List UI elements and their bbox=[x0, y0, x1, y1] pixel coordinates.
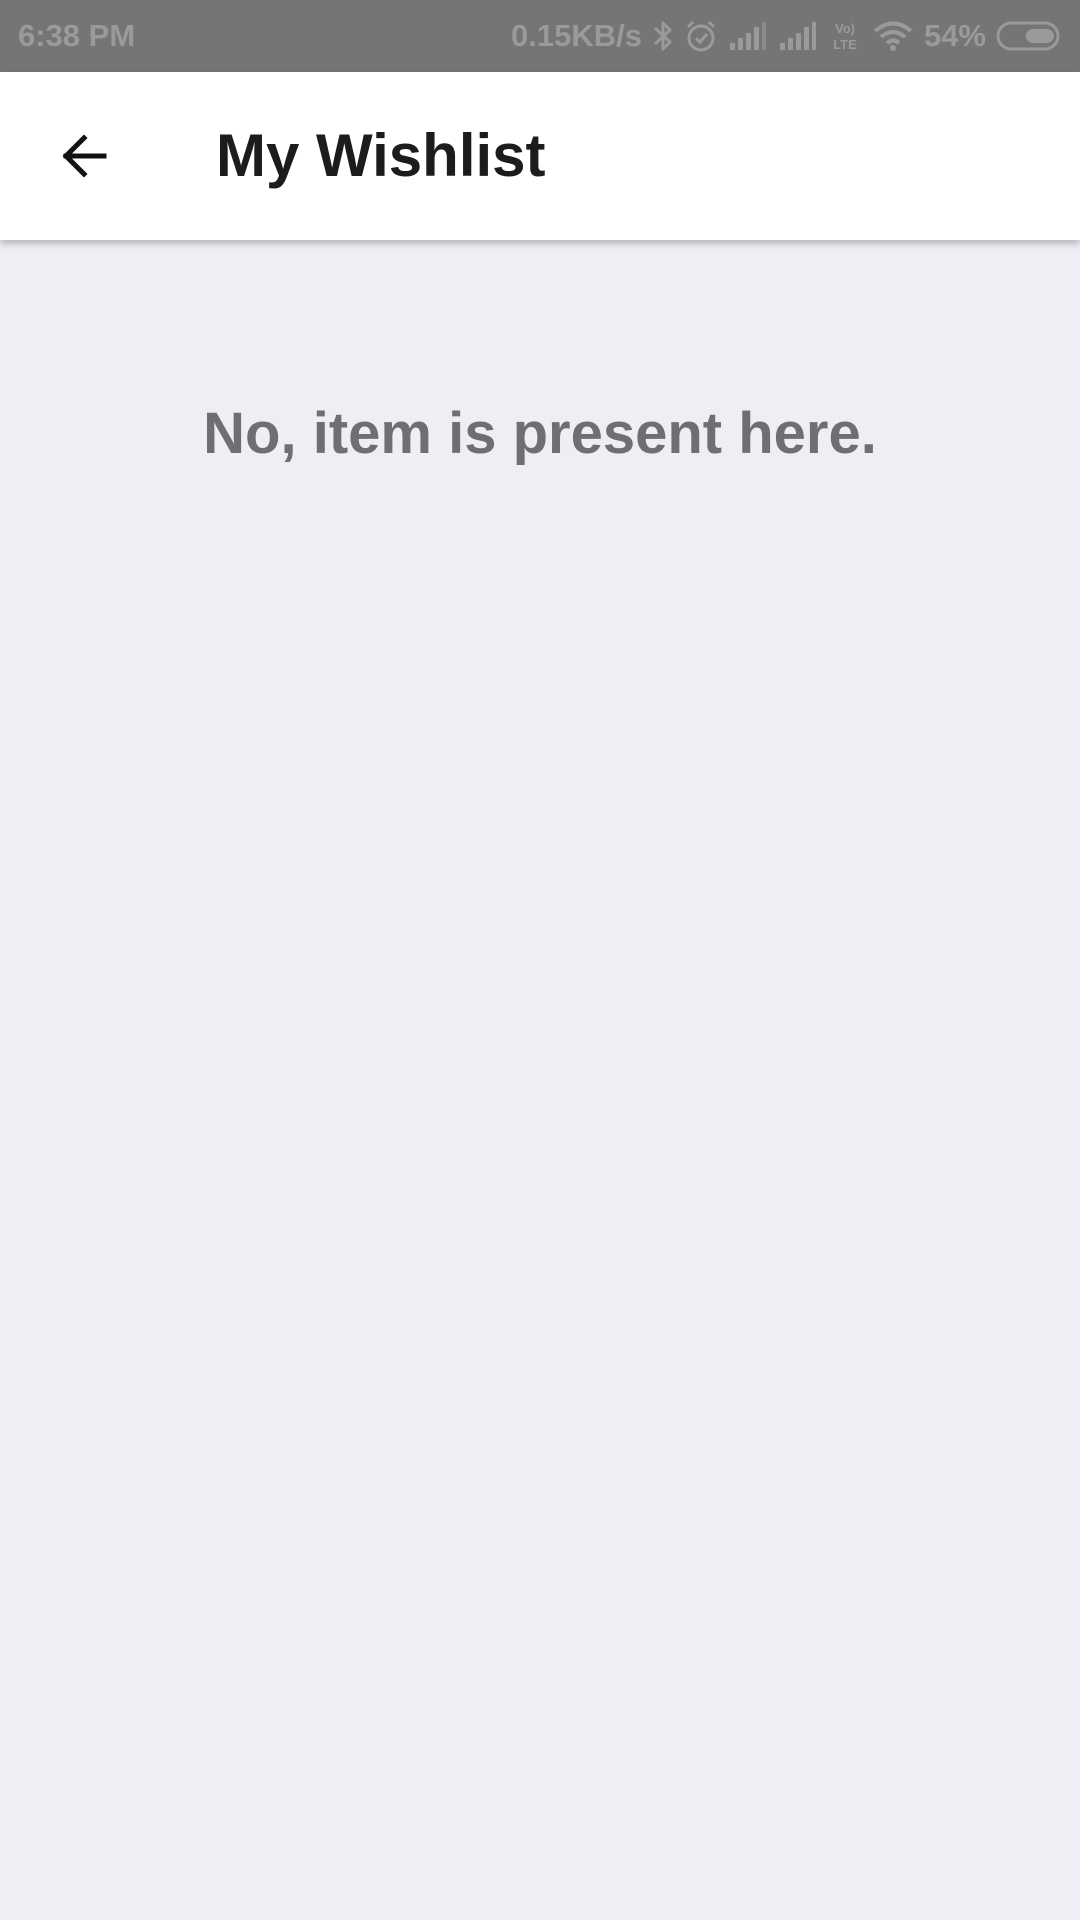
volte-label-top: Vo) bbox=[835, 21, 855, 36]
battery-level-fill bbox=[1025, 29, 1054, 43]
empty-state-message: No, item is present here. bbox=[203, 401, 877, 466]
volte-label-bottom: LTE bbox=[833, 37, 857, 52]
volte-icon: Vo) LTE bbox=[828, 19, 862, 53]
wifi-icon bbox=[872, 20, 914, 52]
signal-icon bbox=[778, 21, 818, 51]
battery-icon bbox=[996, 21, 1062, 51]
status-icons: 0.15KB/s Vo) LTE 54% bbox=[511, 18, 1062, 54]
status-time: 6:38 PM bbox=[18, 18, 136, 53]
app-bar: My Wishlist bbox=[0, 72, 1080, 240]
page-title: My Wishlist bbox=[216, 122, 546, 189]
status-bar: 6:38 PM 0.15KB/s Vo) LTE 54% bbox=[0, 0, 1080, 72]
battery-percent: 54% bbox=[923, 18, 986, 53]
back-button[interactable] bbox=[36, 108, 132, 204]
signal-icon bbox=[728, 21, 768, 51]
network-speed: 0.15KB/s bbox=[510, 18, 642, 53]
arrow-left-icon bbox=[62, 134, 107, 178]
bluetooth-icon bbox=[652, 19, 674, 53]
alarm-icon bbox=[684, 19, 718, 53]
